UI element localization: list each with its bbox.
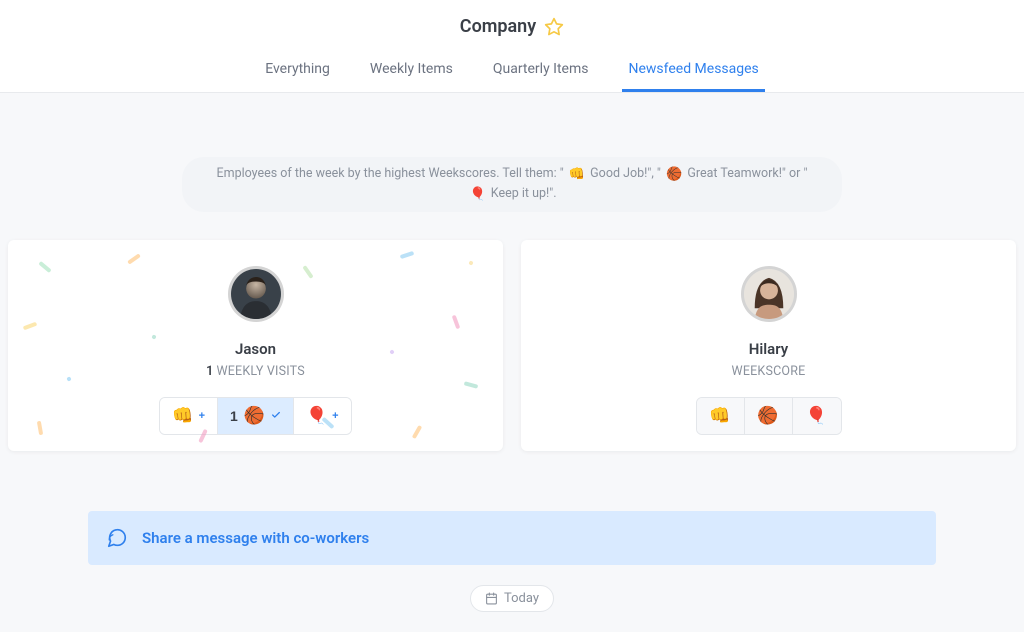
employee-card-hilary: Hilary WEEKSCORE 👊 🏀 🎈 bbox=[521, 240, 1016, 451]
star-icon bbox=[544, 17, 564, 37]
basketball-icon: 🏀 bbox=[666, 167, 682, 182]
reactions-group: 👊 + 1 🏀 🎈 + bbox=[159, 397, 351, 435]
tab-weekly-items[interactable]: Weekly Items bbox=[364, 51, 459, 92]
employees-of-the-week-banner: Employees of the week by the highest Wee… bbox=[182, 157, 842, 212]
balloon-icon: 🎈 bbox=[806, 406, 827, 426]
employee-card-jason: Jason 1WEEKLY VISITS 👊 + 1 🏀 🎈 bbox=[8, 240, 503, 451]
avatar bbox=[741, 266, 797, 322]
employee-metric: 1WEEKLY VISITS bbox=[206, 364, 305, 379]
check-icon bbox=[271, 410, 281, 423]
employee-cards: Jason 1WEEKLY VISITS 👊 + 1 🏀 🎈 bbox=[8, 240, 1016, 451]
balloon-icon: 🎈 bbox=[469, 187, 485, 202]
main-tabs: Everything Weekly Items Quarterly Items … bbox=[0, 51, 1024, 92]
react-basketball-button[interactable]: 1 🏀 bbox=[218, 398, 294, 434]
react-fist-button[interactable]: 👊 bbox=[697, 398, 745, 434]
share-message-label: Share a message with co-workers bbox=[142, 529, 369, 547]
fist-icon: 👊 bbox=[172, 406, 193, 426]
today-label: Today bbox=[504, 591, 539, 606]
tab-quarterly-items[interactable]: Quarterly Items bbox=[487, 51, 595, 92]
page-title: Company bbox=[460, 16, 536, 37]
tab-newsfeed-messages[interactable]: Newsfeed Messages bbox=[622, 51, 764, 92]
share-message-input[interactable]: Share a message with co-workers bbox=[88, 511, 936, 565]
tab-everything[interactable]: Everything bbox=[259, 51, 336, 92]
employee-metric: WEEKSCORE bbox=[732, 364, 806, 379]
basketball-icon: 🏀 bbox=[757, 406, 778, 426]
app-header: Company Everything Weekly Items Quarterl… bbox=[0, 0, 1024, 93]
employee-name: Hilary bbox=[749, 340, 788, 358]
basketball-icon: 🏀 bbox=[244, 406, 265, 426]
react-fist-button[interactable]: 👊 + bbox=[160, 398, 218, 434]
balloon-icon: 🎈 bbox=[306, 406, 327, 426]
today-pill[interactable]: Today bbox=[470, 585, 554, 612]
react-balloon-button[interactable]: 🎈 bbox=[793, 398, 841, 434]
fist-icon: 👊 bbox=[709, 406, 730, 426]
avatar bbox=[228, 266, 284, 322]
fist-icon: 👊 bbox=[569, 167, 585, 182]
chat-icon bbox=[106, 527, 128, 549]
react-basketball-button[interactable]: 🏀 bbox=[745, 398, 793, 434]
reactions-group: 👊 🏀 🎈 bbox=[696, 397, 842, 435]
employee-name: Jason bbox=[235, 340, 276, 358]
calendar-icon bbox=[485, 592, 498, 605]
react-balloon-button[interactable]: 🎈 + bbox=[294, 398, 351, 434]
